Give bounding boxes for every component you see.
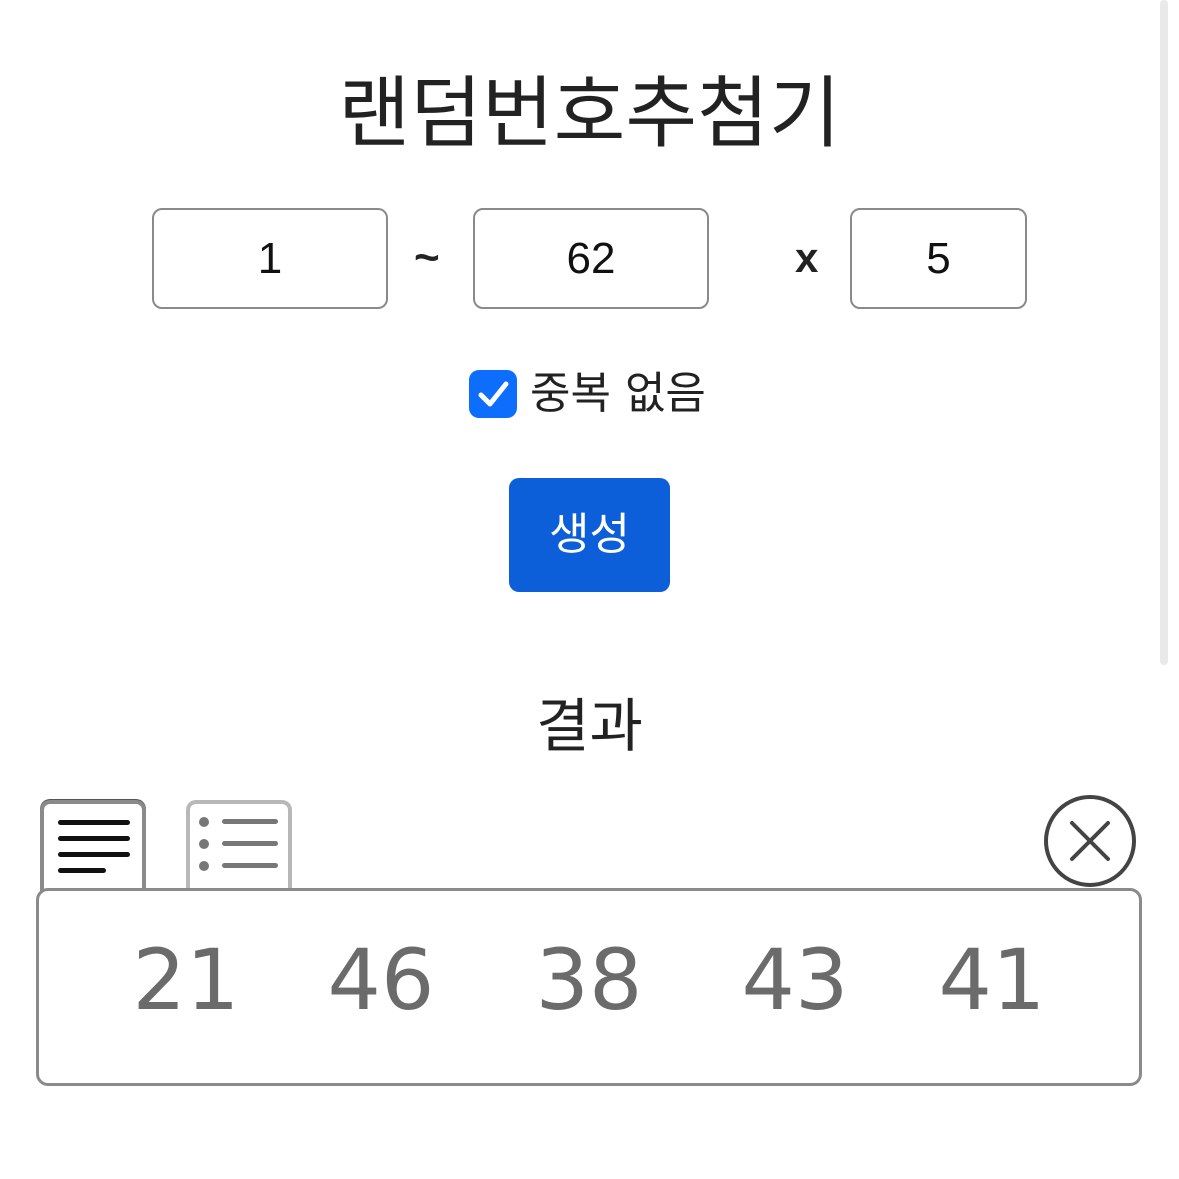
text-align-left-icon: [58, 820, 130, 873]
tab-list-view[interactable]: [186, 800, 292, 892]
result-number: 38: [535, 931, 643, 1029]
no-duplicates-checkbox[interactable]: [469, 370, 517, 418]
page-title: 랜덤번호추첨기: [338, 69, 841, 160]
close-circle-icon: [1044, 795, 1136, 887]
result-number: 21: [132, 931, 240, 1029]
min-number-input[interactable]: [152, 208, 388, 309]
result-number: 43: [741, 931, 849, 1029]
count-input[interactable]: [850, 208, 1027, 309]
max-number-input[interactable]: [473, 208, 709, 309]
range-separator: ~: [414, 233, 440, 282]
times-symbol: x: [795, 234, 819, 281]
bulleted-list-icon: [199, 817, 278, 871]
result-number: 46: [327, 931, 435, 1029]
result-heading: 결과: [536, 692, 643, 760]
result-number: 41: [938, 931, 1046, 1029]
no-duplicates-label[interactable]: 중복 없음: [530, 364, 706, 424]
checkmark-icon: [478, 381, 509, 407]
tab-text-view[interactable]: [40, 800, 146, 892]
clear-results-button[interactable]: [1042, 793, 1138, 889]
generate-button[interactable]: 생성: [509, 478, 670, 592]
